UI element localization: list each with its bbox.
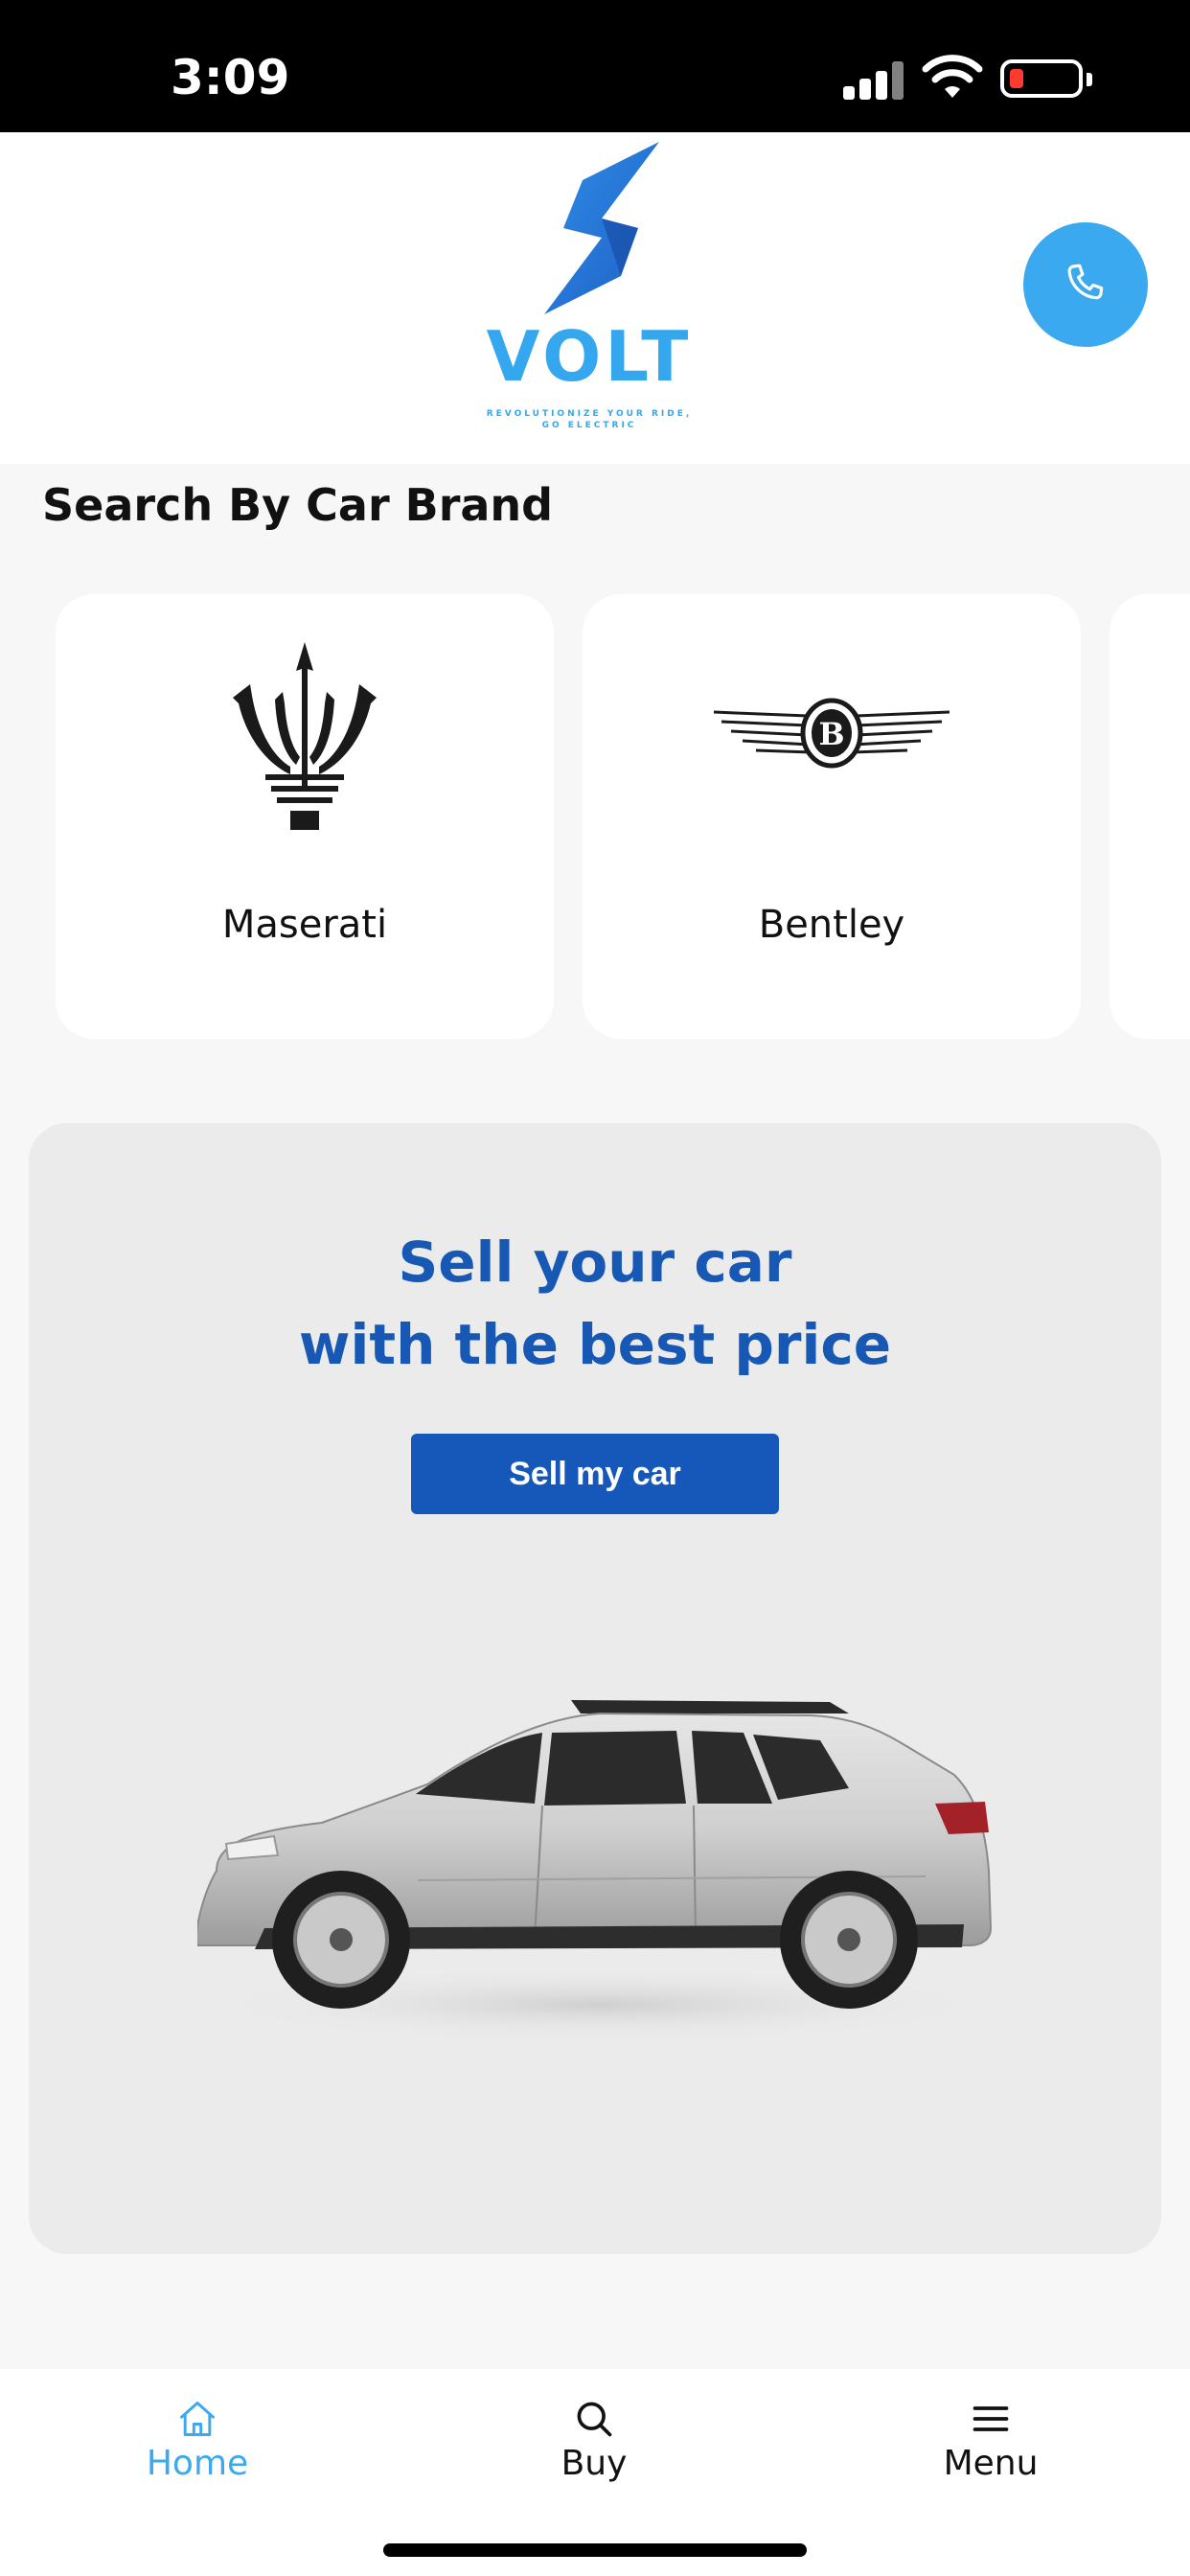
brand-card-partial[interactable] bbox=[1110, 594, 1190, 1039]
battery-icon bbox=[1000, 59, 1092, 98]
sell-car-banner: Sell your car with the best price Sell m… bbox=[29, 1123, 1161, 2254]
menu-icon bbox=[973, 2406, 1009, 2431]
sell-my-car-button[interactable]: Sell my car bbox=[411, 1434, 779, 1514]
nav-label-menu: Menu bbox=[943, 2444, 1039, 2483]
home-icon bbox=[180, 2402, 215, 2436]
nav-item-home[interactable]: Home bbox=[92, 2398, 303, 2503]
search-icon bbox=[577, 2402, 612, 2437]
suv-car-image bbox=[197, 1700, 1002, 2043]
brand-name-bentley: Bentley bbox=[758, 903, 905, 947]
volt-logo[interactable]: VOLT REVOLUTIONIZE YOUR RIDE, GO ELECTRI… bbox=[441, 142, 738, 439]
nav-label-buy: Buy bbox=[561, 2444, 628, 2483]
nav-label-home: Home bbox=[146, 2444, 249, 2483]
home-indicator[interactable] bbox=[383, 2543, 807, 2557]
wifi-icon bbox=[922, 55, 983, 98]
section-title-brands: Search By Car Brand bbox=[42, 479, 554, 531]
bottom-navigation: Home Buy Menu bbox=[0, 2369, 1190, 2576]
phone-icon bbox=[1067, 264, 1104, 300]
logo-tagline-line1: REVOLUTIONIZE YOUR RIDE, bbox=[486, 409, 693, 419]
nav-item-menu[interactable]: Menu bbox=[885, 2398, 1096, 2503]
maserati-logo bbox=[233, 642, 377, 830]
volt-lightning-icon bbox=[544, 142, 659, 314]
brand-card-bentley[interactable]: B Bentley bbox=[583, 594, 1081, 1039]
sell-title-line1: Sell your car bbox=[398, 1230, 792, 1295]
brand-carousel[interactable]: Maserati B Bentley bbox=[0, 594, 1190, 1039]
status-time: 3:09 bbox=[171, 50, 290, 105]
brand-card-maserati[interactable]: Maserati bbox=[56, 594, 554, 1039]
app-header: VOLT REVOLUTIONIZE YOUR RIDE, GO ELECTRI… bbox=[0, 132, 1190, 464]
logo-tagline: REVOLUTIONIZE YOUR RIDE, GO ELECTRIC bbox=[441, 408, 738, 431]
sell-title-line2: with the best price bbox=[298, 1312, 892, 1377]
signal-icon bbox=[843, 61, 904, 100]
nav-item-buy[interactable]: Buy bbox=[489, 2398, 699, 2503]
brand-name-maserati: Maserati bbox=[221, 903, 388, 947]
logo-tagline-line2: GO ELECTRIC bbox=[541, 421, 637, 430]
status-bar: 3:09 bbox=[0, 0, 1190, 132]
bentley-logo: B bbox=[713, 698, 950, 769]
sell-banner-title: Sell your car with the best price bbox=[29, 1221, 1161, 1386]
svg-text:B: B bbox=[818, 716, 844, 752]
call-button[interactable] bbox=[1023, 222, 1148, 347]
logo-wordmark: VOLT bbox=[486, 316, 693, 397]
